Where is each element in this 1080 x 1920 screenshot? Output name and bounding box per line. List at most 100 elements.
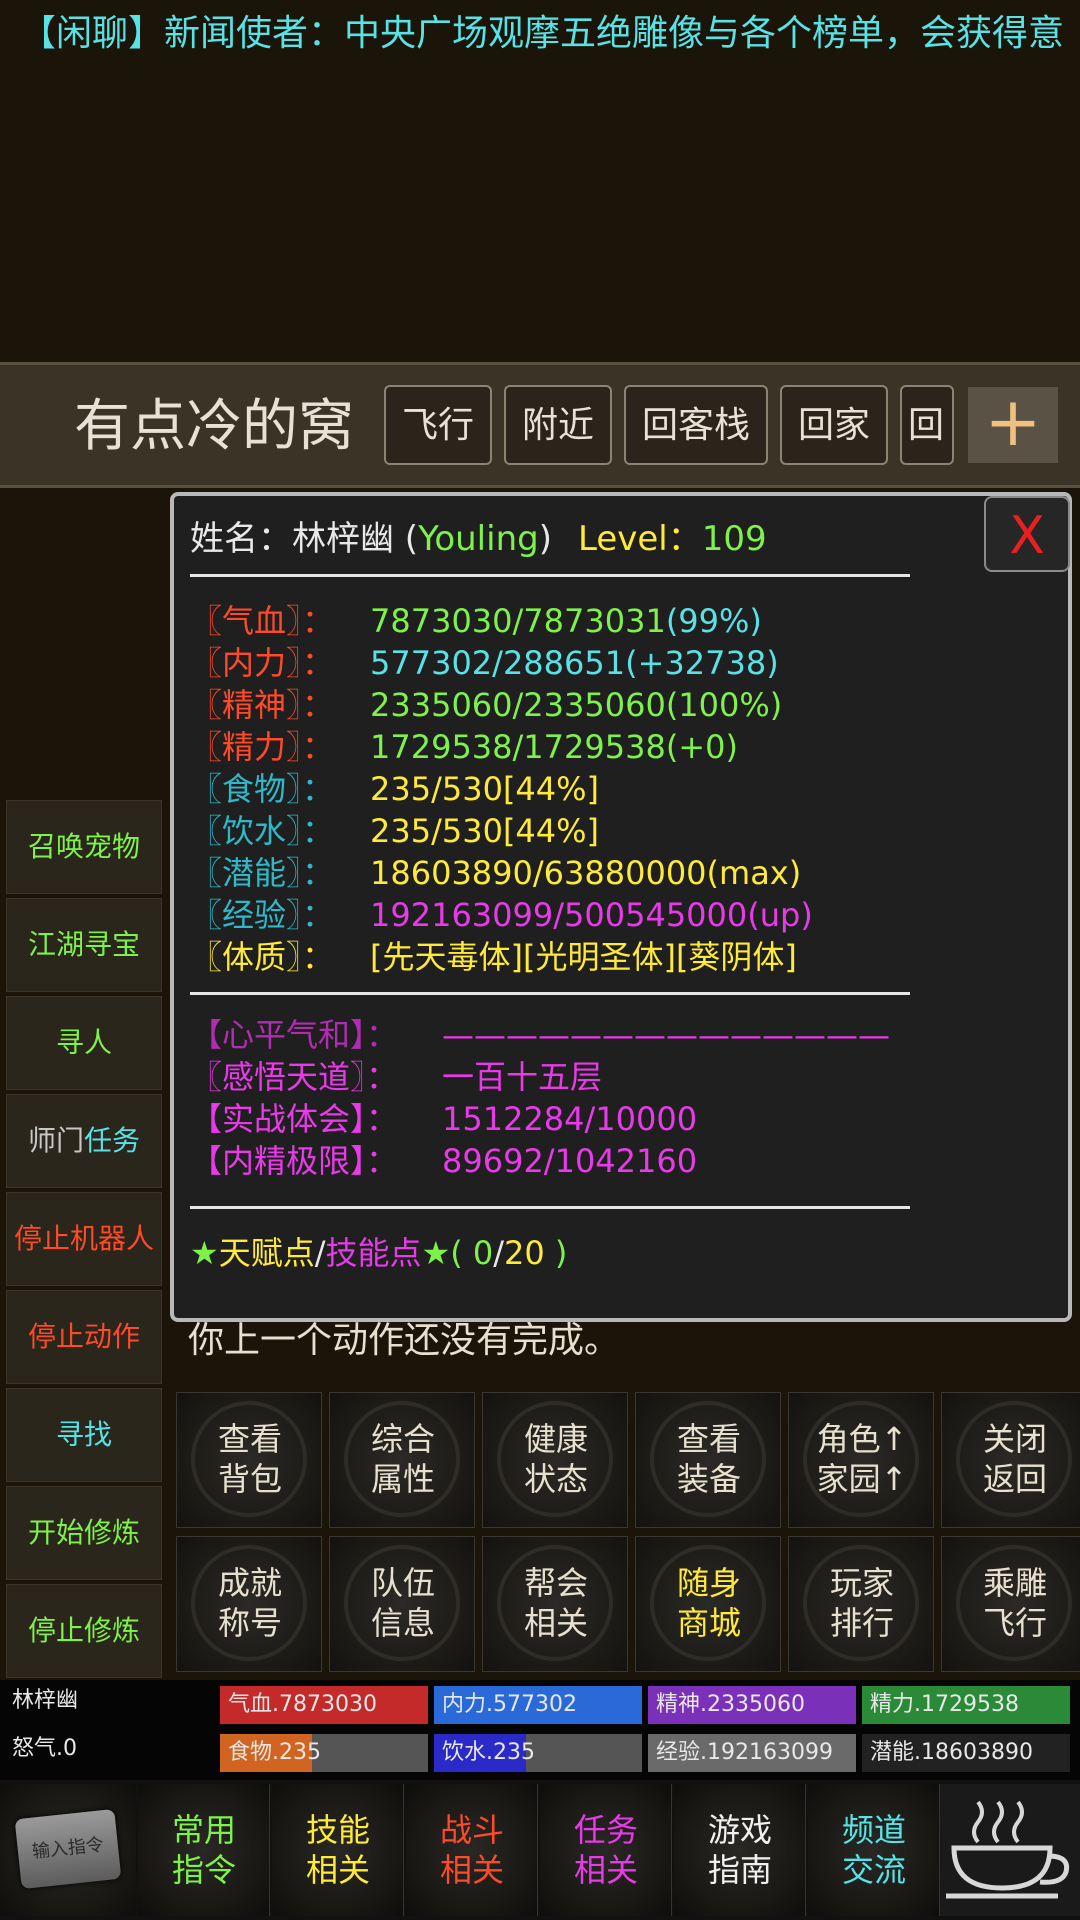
location-bar: 有点冷的窝 飞行 附近 回客栈 回家 回门 +	[0, 362, 1080, 488]
close-return-button[interactable]: 关闭 返回	[941, 1392, 1080, 1528]
teacup-icon	[946, 1800, 1070, 1899]
grid-label-line2: 属性	[370, 1460, 435, 1498]
name-label: 姓名：	[190, 519, 292, 559]
stat-value: 235/530	[370, 812, 503, 850]
stop-robot-button[interactable]: 停止机器人	[6, 1192, 162, 1286]
cultivation-label: 【实战体会】：	[190, 1100, 399, 1138]
player-ranking-button[interactable]: 玩家 排行	[788, 1536, 934, 1672]
bar-label: 食物.235	[228, 1740, 321, 1765]
nav-label-line2: 指南	[707, 1851, 772, 1889]
return-inn-button[interactable]: 回客栈	[624, 385, 768, 465]
separator	[190, 1206, 910, 1209]
exp-bar: 经验.192163099	[648, 1734, 856, 1772]
stat-value: [先天毒体][光明圣体][葵阴体]	[370, 938, 797, 976]
search-button[interactable]: 寻找	[6, 1388, 162, 1482]
action-message: 你上一个动作还没有完成。	[188, 1320, 621, 1361]
stamina-bar: 精力.1729538	[862, 1686, 1070, 1724]
find-person-button[interactable]: 寻人	[6, 996, 162, 1090]
ticker-text: 【闲聊】新闻使者：中央广场观摩五绝雕像与各个榜单，会获得意	[20, 13, 1065, 54]
overall-attributes-button[interactable]: 综合 属性	[329, 1392, 475, 1528]
return-home-button[interactable]: 回家	[780, 385, 888, 465]
location-title: 有点冷的窝	[74, 394, 354, 459]
shop-button[interactable]: 随身 商城	[635, 1536, 781, 1672]
character-name: 林梓幽	[292, 519, 394, 559]
stat-value: 2335060/2335060	[370, 686, 666, 724]
stat-value: 235/530	[370, 770, 503, 808]
view-bag-button[interactable]: 查看 背包	[176, 1392, 322, 1528]
grid-label-line2: 家园↑	[816, 1460, 908, 1498]
alias-open: (	[394, 519, 419, 559]
grid-label-line1: 帮会	[523, 1564, 588, 1602]
paren-open: (	[450, 1234, 473, 1272]
nav-label-line1: 战斗	[439, 1811, 504, 1849]
close-button[interactable]: X	[984, 496, 1070, 572]
grid-label-line1: 成就	[217, 1564, 282, 1602]
grid-label-line1: 乘雕	[982, 1564, 1047, 1602]
achievements-titles-button[interactable]: 成就 称号	[176, 1536, 322, 1672]
stat-value: 1729538/1729538	[370, 728, 666, 766]
start-training-button[interactable]: 开始修炼	[6, 1486, 162, 1580]
spirit-bar: 精神.2335060	[648, 1686, 856, 1724]
summon-pet-button[interactable]: 召唤宠物	[6, 800, 162, 894]
stat-value-row: 235/530[44%]	[370, 768, 599, 810]
food-bar: 食物.235	[220, 1734, 428, 1772]
input-command-label: 输入指令	[31, 1834, 105, 1863]
star-icon: ★	[421, 1234, 451, 1272]
skills-button[interactable]: 技能 相关	[272, 1784, 404, 1916]
level-label: Level：	[577, 519, 702, 559]
alias-close: )	[538, 519, 552, 559]
channel-chat-button[interactable]: 频道 交流	[808, 1784, 940, 1916]
stat-value-row: [先天毒体][光明圣体][葵阴体]	[370, 936, 797, 978]
stat-value: 7873030/7873031	[370, 602, 666, 640]
grid-label-line1: 综合	[370, 1420, 435, 1458]
health-status-button[interactable]: 健康 状态	[482, 1392, 628, 1528]
skill-label: 技能点	[325, 1234, 422, 1272]
treasure-hunt-button[interactable]: 江湖寻宝	[6, 898, 162, 992]
grid-label-line2: 飞行	[982, 1604, 1047, 1642]
team-info-button[interactable]: 队伍 信息	[329, 1536, 475, 1672]
return-sect-button[interactable]: 回门	[900, 385, 954, 465]
quests-button[interactable]: 任务 相关	[540, 1784, 672, 1916]
stat-value-row: 7873030/7873031(99%)	[370, 600, 762, 642]
sidebar-label: 寻人	[55, 1026, 112, 1059]
hp-bar: 气血.7873030	[220, 1686, 428, 1724]
stat-value-row: 577302/288651(+32738)	[370, 642, 779, 684]
nav-label-line1: 技能	[305, 1811, 370, 1849]
name-line: 姓名：林梓幽 (Youling) Level：109	[190, 518, 767, 560]
stop-action-button[interactable]: 停止动作	[6, 1290, 162, 1384]
nav-label-line2: 相关	[573, 1851, 638, 1889]
view-equipment-button[interactable]: 查看 装备	[635, 1392, 781, 1528]
grid-label-line2: 排行	[829, 1604, 894, 1642]
role-home-button[interactable]: 角色↑ 家园↑	[788, 1392, 934, 1528]
grid-label-line1: 查看	[676, 1420, 741, 1458]
combat-button[interactable]: 战斗 相关	[406, 1784, 538, 1916]
character-panel: X 姓名：林梓幽 (Youling) Level：109 〖气血〗： 7873030…	[170, 492, 1072, 1322]
common-commands-button[interactable]: 常用 指令	[138, 1784, 270, 1916]
add-shortcut-button[interactable]: +	[968, 387, 1058, 463]
close-icon: X	[1009, 506, 1045, 566]
separator	[190, 992, 910, 995]
character-alias: Youling	[418, 519, 539, 559]
nearby-button[interactable]: 附近	[504, 385, 612, 465]
grid-label-line1: 随身	[676, 1564, 741, 1602]
eagle-flight-button[interactable]: 乘雕 飞行	[941, 1536, 1080, 1672]
grid-label-line2: 商城	[676, 1604, 741, 1642]
potential-bar: 潜能.18603890	[862, 1734, 1070, 1772]
fly-button[interactable]: 飞行	[384, 385, 492, 465]
guild-button[interactable]: 帮会 相关	[482, 1536, 628, 1672]
grid-label-line2: 返回	[982, 1460, 1047, 1498]
sidebar-label-b: 任务	[84, 1124, 141, 1157]
stat-label: 〖气血〗：	[190, 602, 335, 640]
grid-label-line2: 装备	[676, 1460, 741, 1498]
rage-value: 怒气.0	[12, 1736, 77, 1761]
stat-suffix: (99%)	[665, 602, 762, 640]
sect-quest-button[interactable]: 师门任务	[6, 1094, 162, 1188]
news-ticker: 【闲聊】新闻使者：中央广场观摩五绝雕像与各个榜单，会获得意	[0, 8, 1080, 64]
teacup-button[interactable]	[940, 1784, 1080, 1916]
game-guide-button[interactable]: 游戏 指南	[674, 1784, 806, 1916]
stop-training-button[interactable]: 停止修炼	[6, 1584, 162, 1678]
separator	[190, 574, 910, 577]
cultivation-label: 【心平气和】：	[190, 1016, 399, 1054]
cultivation-value: ——————————————	[442, 1016, 890, 1054]
input-command-button[interactable]: 输入指令	[0, 1784, 136, 1916]
